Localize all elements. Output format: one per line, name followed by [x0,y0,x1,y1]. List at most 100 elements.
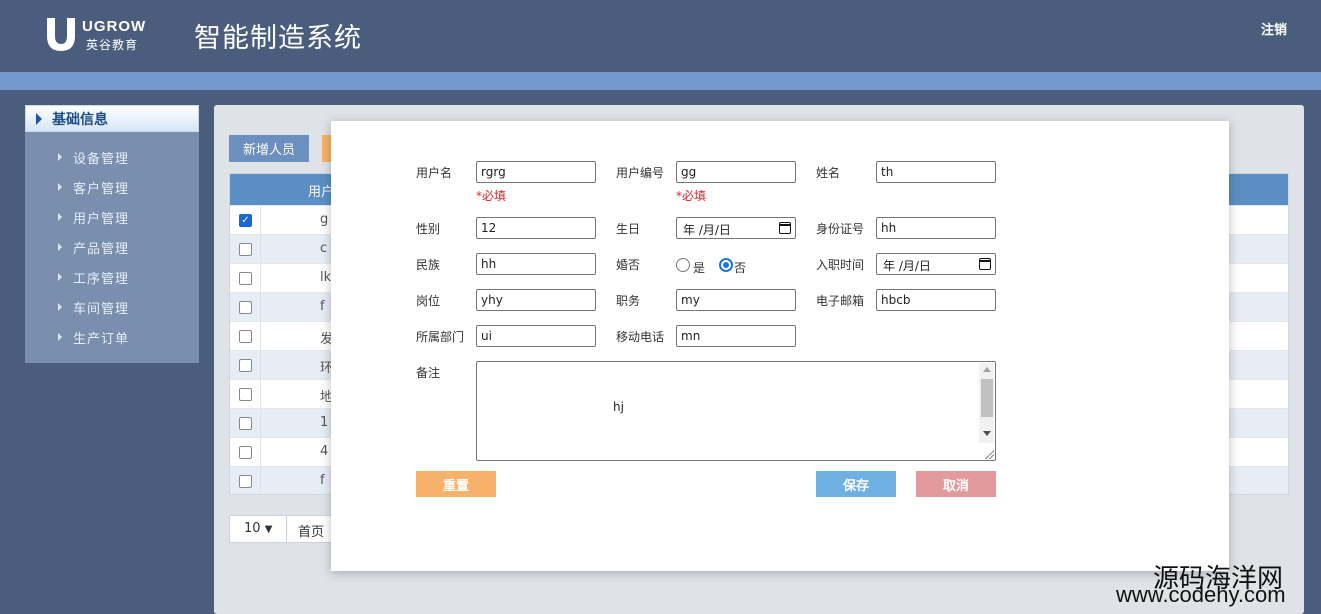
row-checkbox[interactable] [239,446,252,459]
label-marital: 婚否 [616,258,641,272]
sidebar-item-customers[interactable]: 客户管理 [25,172,199,202]
cancel-button[interactable]: 取消 [916,471,996,497]
email-input[interactable] [876,289,996,311]
page-size-select[interactable]: 10 ▼ [244,521,272,536]
logo-text-en: UGROW [82,18,147,35]
table-cell: 1 [320,415,329,430]
watermark-url: www.codehy.com [1116,582,1286,607]
remark-textarea[interactable]: hj [476,361,996,461]
app-title: 智能制造系统 [194,23,362,54]
logout-link[interactable]: 注销 [1261,19,1287,38]
caret-right-icon [58,303,62,311]
remark-text: hj [613,400,624,414]
top-header: UGROW 英谷教育 智能制造系统 注销 [0,0,1321,72]
marital-yes-label: 是 [693,261,706,275]
row-checkbox[interactable] [239,243,252,256]
scroll-thumb[interactable] [981,379,993,417]
sidebar-item-label: 用户管理 [73,211,130,227]
scroll-up-arrow-icon[interactable] [983,367,991,372]
sidebar-item-label: 产品管理 [73,241,130,257]
table-cell: 4 [320,444,329,459]
caret-right-icon [58,333,62,341]
column-divider [260,264,261,292]
row-checkbox[interactable] [239,272,252,285]
caret-right-icon [58,273,62,281]
column-divider [260,467,261,494]
label-remark: 备注 [416,366,441,380]
column-divider [260,438,261,466]
sidebar-group-label: 基础信息 [52,111,108,128]
sidebar-item-products[interactable]: 产品管理 [25,232,199,262]
resize-grip-icon[interactable] [984,449,994,459]
sidebar-item-orders[interactable]: 生产订单 [25,322,199,352]
sidebar-items: 设备管理 客户管理 用户管理 产品管理 工序管理 车间管理 生产订单 [25,132,199,352]
reset-button[interactable]: 重置 [416,471,496,497]
row-checkbox[interactable] [239,359,252,372]
chevron-down-icon: ▼ [264,524,273,535]
table-cell: f [320,473,325,488]
page-size-value: 10 [244,521,261,536]
ethnicity-input[interactable] [476,253,596,275]
column-divider [260,206,261,234]
sidebar-item-label: 设备管理 [73,151,130,167]
table-cell: lk [320,270,332,285]
label-birthday: 生日 [616,222,641,236]
marital-no-radio[interactable] [719,258,733,272]
hire-date-input[interactable]: 年 /月/日 [876,253,996,275]
header-strip [0,72,1321,90]
sidebar-item-workshops[interactable]: 车间管理 [25,292,199,322]
department-input[interactable] [476,325,596,347]
duty-input[interactable] [676,289,796,311]
sidebar-item-processes[interactable]: 工序管理 [25,262,199,292]
name-input[interactable] [876,161,996,183]
user-edit-modal: 用户名 *必填 用户编号 *必填 姓名 性别 生日 年 /月/日 身份证号 民族… [331,121,1229,571]
brand-logo: UGROW 英谷教育 [44,16,154,56]
row-checkbox[interactable]: ✓ [239,214,252,227]
add-person-button[interactable]: 新增人员 [229,135,309,162]
column-divider [260,351,261,379]
calendar-icon[interactable] [979,258,991,270]
calendar-icon[interactable] [779,222,791,234]
row-checkbox[interactable] [239,417,252,430]
gender-input[interactable] [476,217,596,239]
row-checkbox[interactable] [239,475,252,488]
sidebar-item-equipment[interactable]: 设备管理 [25,142,199,172]
save-button[interactable]: 保存 [816,471,896,497]
logo-text-cn: 英谷教育 [86,38,139,52]
label-user-no: 用户编号 [616,166,665,180]
mobile-input[interactable] [676,325,796,347]
sidebar-item-label: 生产订单 [73,331,130,347]
user-no-input[interactable] [676,161,796,183]
ugrow-logo-icon [47,18,75,51]
sidebar-item-label: 工序管理 [73,271,130,287]
sidebar-item-label: 客户管理 [73,181,130,197]
sidebar-group-basic-info[interactable]: 基础信息 [25,105,199,132]
pager-divider [286,516,287,542]
label-id-card: 身份证号 [816,222,865,236]
label-mobile: 移动电话 [616,330,665,344]
row-checkbox[interactable] [239,301,252,314]
first-page-button[interactable]: 首页 [298,521,324,540]
caret-right-icon [36,112,42,125]
sidebar-item-users[interactable]: 用户管理 [25,202,199,232]
marital-no-label: 否 [734,261,747,275]
birthday-date-input[interactable]: 年 /月/日 [676,217,796,239]
label-duty: 职务 [616,294,641,308]
caret-right-icon [58,153,62,161]
remark-scrollbar[interactable] [979,363,994,443]
label-email: 电子邮箱 [816,294,865,308]
user-no-required-hint: *必填 [676,189,707,203]
scroll-down-arrow-icon[interactable] [983,431,991,436]
id-card-input[interactable] [876,217,996,239]
username-input[interactable] [476,161,596,183]
caret-right-icon [58,243,62,251]
post-input[interactable] [476,289,596,311]
row-checkbox[interactable] [239,330,252,343]
table-cell: f [320,299,325,314]
row-checkbox[interactable] [239,388,252,401]
label-hire-date: 入职时间 [816,258,865,272]
caret-right-icon [58,213,62,221]
marital-yes-radio[interactable] [676,258,690,272]
username-required-hint: *必填 [476,189,507,203]
label-ethnicity: 民族 [416,258,441,272]
